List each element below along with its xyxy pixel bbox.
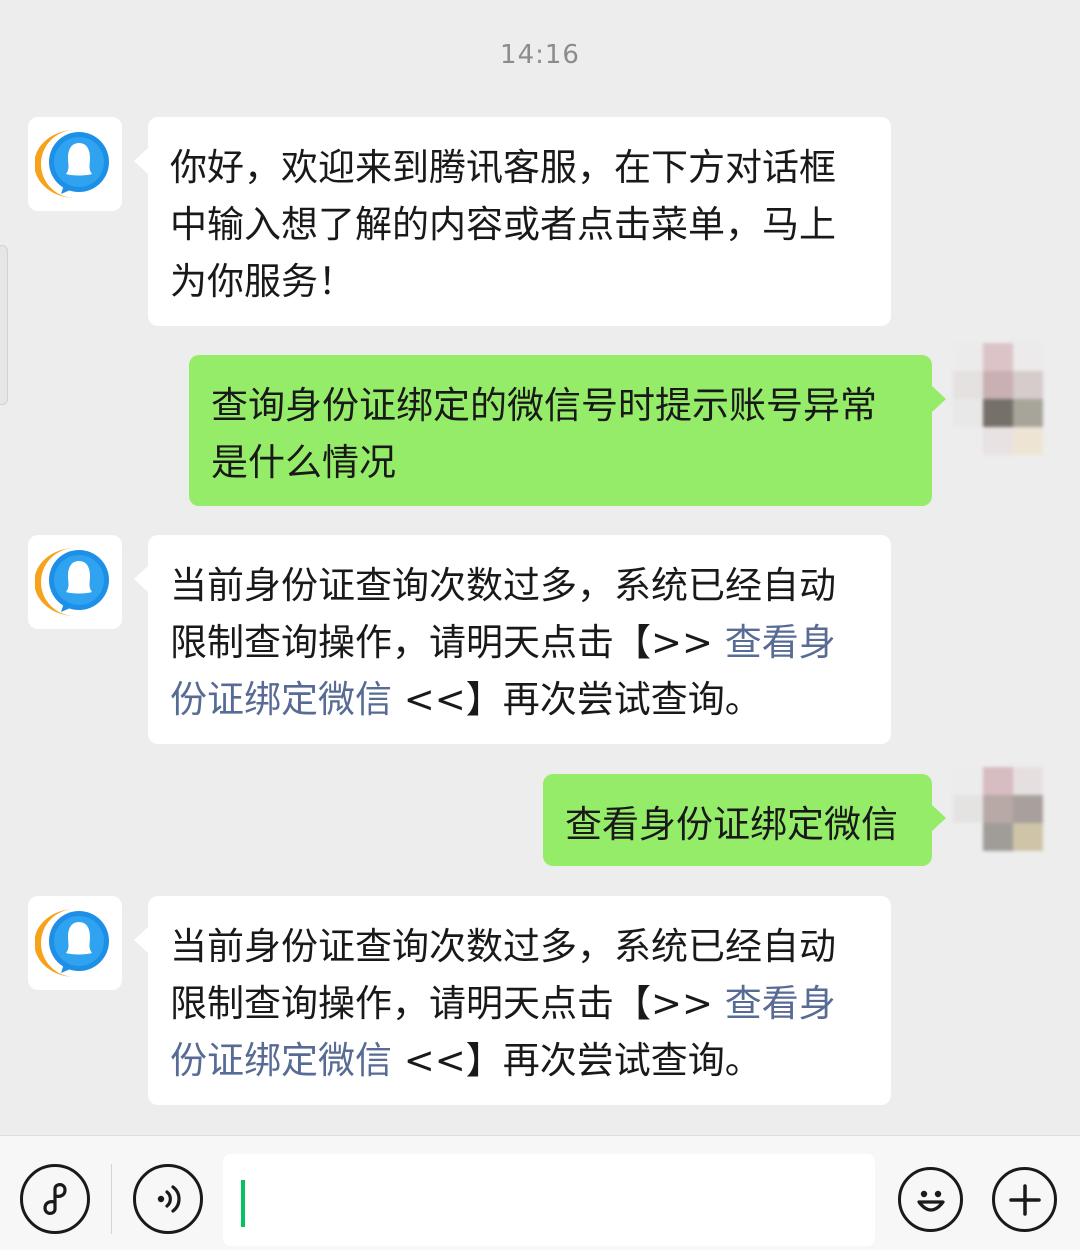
mini-program-button[interactable] — [20, 1164, 90, 1234]
text-cursor — [241, 1180, 245, 1227]
service-avatar[interactable] — [28, 117, 122, 211]
message-text: <<】再次尝试查询。 — [392, 678, 762, 721]
input-bar — [0, 1135, 1080, 1250]
side-drawer-handle[interactable] — [0, 245, 8, 405]
mini-program-icon — [43, 1183, 67, 1215]
emoji-button[interactable] — [898, 1167, 963, 1232]
voice-icon — [157, 1185, 181, 1213]
message-bubble-user[interactable]: 查询身份证绑定的微信号时提示账号异常是什么情况 — [189, 355, 946, 506]
message-bubble-service[interactable]: 当前身份证查询次数过多，系统已经自动限制查询操作，请明天点击【>> 查看身份证绑… — [134, 535, 891, 744]
message-text: 你好，欢迎来到腾讯客服，在下方对话框中输入想了解的内容或者点击菜单，马上为你服务… — [170, 146, 836, 303]
message-bubble-service[interactable]: 你好，欢迎来到腾讯客服，在下方对话框中输入想了解的内容或者点击菜单，马上为你服务… — [134, 117, 891, 326]
user-avatar[interactable] — [953, 343, 1043, 455]
message-text: 查看身份证绑定微信 — [565, 803, 898, 846]
more-button[interactable] — [992, 1167, 1057, 1232]
message-text: 查询身份证绑定的微信号时提示账号异常是什么情况 — [211, 384, 877, 484]
service-avatar[interactable] — [28, 535, 122, 629]
emoji-icon — [916, 1190, 945, 1212]
message-bubble-user[interactable]: 查看身份证绑定微信 — [543, 774, 946, 866]
tencent-service-icon — [35, 130, 109, 198]
plus-icon — [1008, 1183, 1041, 1216]
service-avatar[interactable] — [28, 896, 122, 990]
user-avatar[interactable] — [953, 767, 1043, 879]
message-timestamp: 14:16 — [500, 40, 580, 70]
message-input[interactable] — [223, 1154, 875, 1246]
message-text: <<】再次尝试查询。 — [392, 1039, 762, 1082]
voice-button[interactable] — [133, 1164, 203, 1234]
message-bubble-service[interactable]: 当前身份证查询次数过多，系统已经自动限制查询操作，请明天点击【>> 查看身份证绑… — [134, 896, 891, 1105]
tencent-service-icon — [35, 909, 109, 977]
divider — [111, 1164, 112, 1234]
tencent-service-icon — [35, 548, 109, 616]
